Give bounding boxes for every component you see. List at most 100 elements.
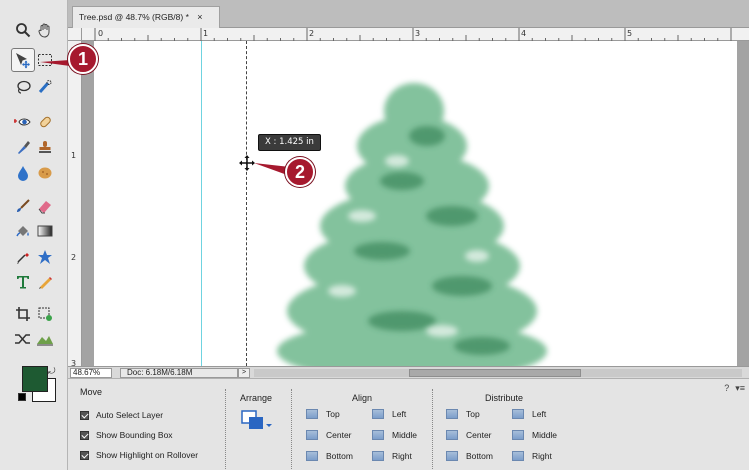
recompose-tool-icon[interactable] — [34, 303, 56, 325]
distribute-top-label: Top — [466, 409, 480, 419]
close-tab-icon[interactable]: × — [197, 12, 202, 22]
distribute-left-label: Left — [532, 409, 547, 419]
clone-stamp-tool-icon[interactable] — [34, 136, 56, 158]
distribute-bottom-label: Bottom — [466, 451, 493, 461]
ruler-origin[interactable] — [68, 28, 82, 41]
status-menu-arrow[interactable]: > — [238, 368, 250, 378]
ruler-label: 2 — [309, 29, 315, 38]
type-tool-icon[interactable] — [12, 271, 34, 293]
distribute-top-button[interactable]: Top — [446, 409, 480, 419]
foreground-color-swatch[interactable] — [22, 366, 48, 392]
checkbox-checked-icon[interactable] — [80, 450, 89, 460]
gradient-tool-icon[interactable] — [34, 220, 56, 242]
scrollbar-thumb[interactable] — [409, 369, 581, 377]
divider — [432, 389, 433, 469]
align-right-button[interactable]: Right — [372, 451, 412, 461]
marquee-tool-icon[interactable] — [34, 49, 56, 71]
red-eye-tool-icon[interactable] — [12, 111, 34, 133]
default-colors-icon[interactable] — [18, 393, 26, 401]
distribute-right-icon — [512, 451, 524, 461]
checkbox-checked-icon[interactable] — [80, 410, 89, 420]
distribute-bottom-button[interactable]: Bottom — [446, 451, 493, 461]
ruler-label: 2 — [71, 253, 77, 262]
move-tool-icon[interactable] — [11, 48, 35, 72]
straighten-tool-icon[interactable] — [34, 328, 56, 350]
distribute-right-button[interactable]: Right — [512, 451, 552, 461]
show-bounding-box-checkbox[interactable]: Show Bounding Box — [80, 430, 173, 440]
distribute-title: Distribute — [485, 393, 524, 403]
document-tab[interactable]: Tree.psd @ 48.7% (RGB/8) * × — [72, 6, 220, 28]
custom-shape-tool-icon[interactable] — [34, 246, 56, 268]
image-canvas[interactable] — [82, 41, 749, 366]
vertical-ruler[interactable]: 1 2 3 — [68, 41, 82, 368]
align-center-icon — [306, 430, 318, 440]
move-options-title: Move — [80, 387, 103, 397]
smart-brush-tool-icon[interactable] — [12, 136, 34, 158]
paint-bucket-tool-icon[interactable] — [12, 220, 34, 242]
callout-1: 1 — [68, 44, 98, 74]
arrange-title: Arrange — [240, 393, 273, 403]
distribute-center-button[interactable]: Center — [446, 430, 492, 440]
ruler-label: 1 — [71, 151, 77, 160]
distribute-bottom-icon — [446, 451, 458, 461]
distribute-center-label: Center — [466, 430, 492, 440]
divider — [291, 389, 292, 469]
divider — [225, 389, 226, 469]
align-center-button[interactable]: Center — [306, 430, 352, 440]
blur-tool-icon[interactable] — [12, 162, 34, 184]
crop-tool-icon[interactable] — [12, 303, 34, 325]
brush-tool-icon[interactable] — [12, 195, 34, 217]
lasso-tool-icon[interactable] — [12, 76, 34, 98]
content-aware-move-tool-icon[interactable] — [12, 328, 34, 350]
distribute-middle-label: Middle — [532, 430, 558, 440]
horizontal-scrollbar[interactable] — [254, 369, 742, 377]
show-highlight-checkbox[interactable]: Show Highlight on Rollover — [80, 450, 198, 460]
quick-selection-tool-icon[interactable] — [34, 76, 56, 98]
distribute-left-button[interactable]: Left — [512, 409, 546, 419]
align-top-button[interactable]: Top — [306, 409, 340, 419]
align-right-icon — [372, 451, 384, 461]
auto-select-layer-checkbox[interactable]: Auto Select Layer — [80, 410, 163, 420]
ruler-label: 1 — [203, 29, 209, 38]
distribute-center-icon — [446, 430, 458, 440]
align-middle-label: Middle — [392, 430, 418, 440]
zoom-level[interactable]: 48.67% — [70, 368, 112, 378]
align-right-label: Right — [392, 451, 412, 461]
arrange-dropdown-icon[interactable] — [240, 409, 274, 435]
align-bottom-button[interactable]: Bottom — [306, 451, 353, 461]
distribute-middle-button[interactable]: Middle — [512, 430, 557, 440]
align-title: Align — [352, 393, 373, 403]
move-cursor-icon — [239, 155, 255, 171]
photoshop-elements-window: ⤾ Tree.psd @ 48.7% (RGB/8) * × 0 1 2 3 4… — [0, 0, 749, 470]
swap-colors-icon[interactable]: ⤾ — [48, 366, 56, 377]
document-tab-bar: Tree.psd @ 48.7% (RGB/8) * × — [68, 0, 749, 28]
horizontal-ruler[interactable]: 0 1 2 3 4 5 — [82, 28, 749, 41]
align-middle-button[interactable]: Middle — [372, 430, 417, 440]
align-left-icon — [372, 409, 384, 419]
ruler-label: 4 — [521, 29, 527, 38]
checkbox-checked-icon[interactable] — [80, 430, 89, 440]
ruler-label: 0 — [98, 29, 104, 38]
pasteboard-left — [82, 41, 94, 366]
distribute-top-icon — [446, 409, 458, 419]
align-center-label: Center — [326, 430, 352, 440]
panel-menu-icon[interactable]: ▾≡ — [735, 383, 745, 394]
document-tab-title: Tree.psd @ 48.7% (RGB/8) — [79, 12, 184, 22]
distribute-middle-icon — [512, 430, 524, 440]
align-top-label: Top — [326, 409, 340, 419]
spot-healing-tool-icon[interactable] — [34, 111, 56, 133]
help-icon[interactable]: ? — [724, 383, 729, 394]
sponge-tool-icon[interactable] — [34, 162, 56, 184]
align-bottom-label: Bottom — [326, 451, 353, 461]
eraser-tool-icon[interactable] — [34, 195, 56, 217]
ruler-guide[interactable] — [201, 41, 202, 366]
zoom-tool-icon[interactable] — [12, 19, 34, 41]
eyedropper-tool-icon[interactable] — [12, 246, 34, 268]
pencil-tool-icon[interactable] — [34, 271, 56, 293]
align-left-button[interactable]: Left — [372, 409, 406, 419]
tree-image — [277, 83, 547, 366]
hand-tool-icon[interactable] — [34, 19, 56, 41]
ruler-label: 5 — [627, 29, 633, 38]
dragging-guide[interactable] — [246, 41, 247, 366]
tool-options-bar: Move Auto Select Layer Show Bounding Box… — [68, 378, 749, 470]
